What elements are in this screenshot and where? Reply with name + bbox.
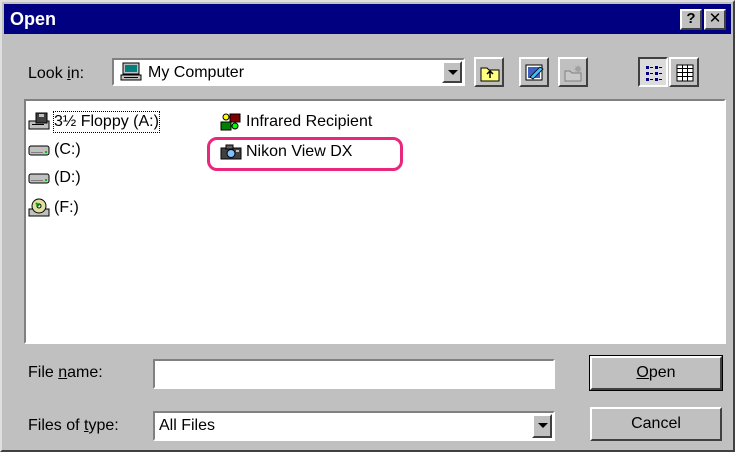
highlight-annotation [207, 137, 403, 171]
create-new-folder-button[interactable] [558, 57, 588, 87]
list-item-drive-f[interactable]: (F:) [28, 197, 79, 219]
list-item-drive-d[interactable]: (D:) [28, 167, 81, 189]
computer-icon [120, 62, 142, 81]
up-one-level-button[interactable] [474, 57, 504, 87]
cancel-button[interactable]: Cancel [590, 407, 722, 441]
files-of-type-label: Files of type: [28, 417, 119, 434]
look-in-value: My Computer [148, 64, 245, 81]
close-button[interactable]: ✕ [704, 9, 726, 30]
file-name-label: File name: [28, 364, 103, 381]
look-in-dropdown-arrow[interactable] [442, 61, 462, 83]
infrared-icon [220, 113, 241, 131]
list-item-drive-c[interactable]: (C:) [28, 139, 81, 161]
new-folder-icon [564, 65, 582, 82]
list-item-floppy-a[interactable]: 3½ Floppy (A:) [28, 111, 160, 133]
file-list[interactable]: 3½ Floppy (A:) (C:) (D:) (F:) Infrared R… [24, 99, 726, 344]
open-dialog: Open ? ✕ Look in: My Computer 3½ Floppy … [0, 0, 735, 452]
desktop-icon [525, 64, 544, 81]
list-view-icon [646, 66, 662, 81]
hard-drive-icon [28, 173, 50, 184]
desktop-button[interactable] [519, 57, 549, 87]
details-view-button[interactable] [669, 57, 699, 87]
files-of-type-dropdown-arrow[interactable] [532, 414, 552, 438]
help-button[interactable]: ? [680, 9, 702, 30]
file-name-input[interactable] [153, 359, 555, 389]
folder-up-icon [480, 67, 500, 82]
hard-drive-icon [28, 145, 50, 156]
window-title: Open [10, 9, 57, 29]
cd-drive-icon [28, 198, 50, 217]
floppy-drive-icon [28, 112, 50, 130]
files-of-type-dropdown[interactable]: All Files [153, 411, 555, 441]
open-button[interactable]: Open [589, 355, 723, 391]
look-in-label: Look in: [28, 65, 85, 82]
title-bar[interactable]: Open ? ✕ [4, 4, 731, 34]
files-of-type-value: All Files [159, 417, 216, 434]
list-item-infrared-recipient[interactable]: Infrared Recipient [220, 111, 372, 133]
details-view-icon [676, 64, 694, 82]
list-view-button[interactable] [638, 57, 668, 87]
look-in-dropdown[interactable]: My Computer [112, 58, 465, 86]
